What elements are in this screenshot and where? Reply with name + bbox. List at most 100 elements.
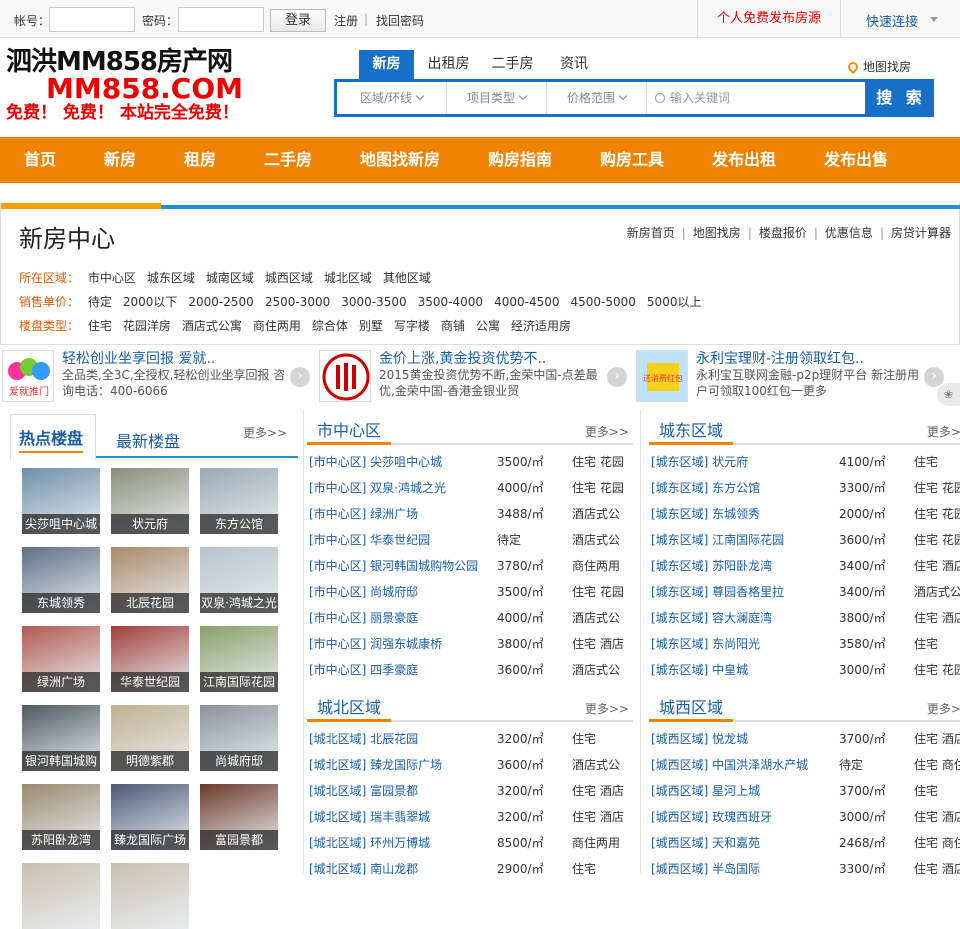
type-select[interactable]: 项目类型 <box>447 82 547 114</box>
property-thumb[interactable]: 东城领秀 <box>22 547 100 613</box>
map-find-link[interactable]: 地图找房 <box>845 58 911 75</box>
property-row[interactable]: [城东区域] 中皇城 3000/㎡ 住宅 花园 <box>649 657 960 683</box>
filter-value[interactable]: 商住两用 <box>253 317 301 334</box>
property-name[interactable]: [城东区域] 江南国际花园 <box>651 527 784 553</box>
filter-value[interactable]: 2000以下 <box>123 293 178 310</box>
filter-value[interactable]: 2000-2500 <box>188 295 253 309</box>
nav-new-house[interactable]: 新房 <box>104 137 136 183</box>
property-row[interactable]: [城北区域] 臻龙国际广场 3600/㎡ 酒店式公 <box>307 752 633 778</box>
property-name[interactable]: [城北区域] 瑞丰翡翠城 <box>309 804 430 830</box>
nav-second-hand[interactable]: 二手房 <box>264 137 312 183</box>
property-name[interactable]: [市中心区] 丽景豪庭 <box>309 605 418 631</box>
nav-post-sale[interactable]: 发布出售 <box>824 137 888 183</box>
more-link[interactable]: 更多>> <box>243 424 287 441</box>
more-link[interactable]: 更多>> <box>927 423 960 440</box>
property-name[interactable]: [城东区域] 尊园香格里拉 <box>651 579 784 605</box>
property-thumb[interactable]: 状元府 <box>111 468 189 534</box>
property-name[interactable]: [城东区域] 状元府 <box>651 449 748 475</box>
nav-guide[interactable]: 购房指南 <box>488 137 552 183</box>
property-row[interactable]: [城东区域] 状元府 4100/㎡ 住宅 <box>649 449 960 475</box>
search-input[interactable]: 输入关键词 <box>655 82 730 114</box>
ad-item[interactable]: 金价上涨,黄金投资优势不.. 2015黄金投资优势不断,金荣中国-点差最优,金荣… <box>319 347 631 405</box>
recover-password-link[interactable]: 找回密码 <box>376 12 424 29</box>
nav-tools[interactable]: 购房工具 <box>600 137 664 183</box>
property-row[interactable]: [市中心区] 华泰世纪园 待定 酒店式公 <box>307 527 633 553</box>
login-button[interactable]: 登录 <box>270 9 326 32</box>
tab-latest[interactable]: 最新楼盘 <box>116 428 180 452</box>
search-tab-second[interactable]: 二手房 <box>485 50 540 79</box>
chevron-right-icon[interactable]: › <box>607 367 627 387</box>
property-row[interactable]: [城东区域] 东方公馆 3300/㎡ 住宅 花园 <box>649 475 960 501</box>
property-row[interactable]: [城东区域] 苏阳卧龙湾 3400/㎡ 住宅 酒店 <box>649 553 960 579</box>
more-link[interactable]: 更多>> <box>927 700 960 717</box>
property-row[interactable]: [市中心区] 丽景豪庭 4000/㎡ 酒店式公 <box>307 605 633 631</box>
property-name[interactable]: [城西区域] 天和嘉苑 <box>651 830 760 856</box>
property-name[interactable]: [城东区域] 容大澜庭湾 <box>651 605 772 631</box>
property-row[interactable]: [城西区域] 悦龙城 3700/㎡ 住宅 酒店 <box>649 726 960 752</box>
property-row[interactable]: [城西区域] 半岛国际 3300/㎡ 住宅 酒店 <box>649 856 960 882</box>
filter-value[interactable]: 2500-3000 <box>265 295 330 309</box>
filter-value[interactable]: 4500-5000 <box>571 295 636 309</box>
property-thumb[interactable]: 明德紫郡 <box>111 705 189 771</box>
property-name[interactable]: [城北区域] 北辰花园 <box>309 726 418 752</box>
property-row[interactable]: [城东区域] 江南国际花园 3600/㎡ 住宅 花园 <box>649 527 960 553</box>
chevron-right-icon[interactable]: › <box>290 367 310 387</box>
property-row[interactable]: [城东区域] 东城领秀 2000/㎡ 住宅 花园 <box>649 501 960 527</box>
search-button[interactable]: 搜 索 <box>868 79 934 117</box>
property-name[interactable]: [城西区域] 半岛国际 <box>651 856 760 882</box>
property-row[interactable]: [城西区域] 中国洪泽湖水产城 待定 住宅 商住 <box>649 752 960 778</box>
register-link[interactable]: 注册 <box>334 12 358 29</box>
account-input[interactable] <box>49 7 135 32</box>
quick-link-menu[interactable]: 快速连接 <box>866 11 918 30</box>
property-row[interactable]: [城北区域] 环州万博城 8500/㎡ 商住两用 <box>307 830 633 856</box>
property-name[interactable]: [城西区域] 中国洪泽湖水产城 <box>651 752 808 778</box>
property-name[interactable]: [城东区域] 东方公馆 <box>651 475 760 501</box>
link-calculator[interactable]: 房贷计算器 <box>891 226 951 240</box>
link-map[interactable]: 地图找房 <box>693 226 741 240</box>
filter-value[interactable]: 花园洋房 <box>123 317 171 334</box>
property-name[interactable]: [市中心区] 绿洲广场 <box>309 501 418 527</box>
filter-value[interactable]: 公寓 <box>476 317 500 334</box>
property-row[interactable]: [市中心区] 尖莎咀中心城 3500/㎡ 住宅 花园 <box>307 449 633 475</box>
filter-value[interactable]: 酒店式公寓 <box>182 317 242 334</box>
link-price[interactable]: 楼盘报价 <box>759 226 807 240</box>
filter-value[interactable]: 待定 <box>88 293 112 310</box>
ad-item[interactable]: 送消费红包 永利宝理财-注册领取红包.. 永利宝互联网金融-p2p理财平台 新注… <box>636 347 948 405</box>
property-row[interactable]: [城西区域] 星河上城 3700/㎡ 住宅 <box>649 778 960 804</box>
panel-title[interactable]: 城北区域 <box>307 696 392 722</box>
property-name[interactable]: [城东区域] 东尚阳光 <box>651 631 760 657</box>
more-link[interactable]: 更多>> <box>585 423 629 440</box>
property-row[interactable]: [市中心区] 双泉·鸿城之光 4000/㎡ 住宅 花园 <box>307 475 633 501</box>
property-name[interactable]: [市中心区] 华泰世纪园 <box>309 527 430 553</box>
property-thumb[interactable]: 华泰世纪园 <box>111 626 189 692</box>
panel-title[interactable]: 城东区域 <box>649 419 734 445</box>
panel-title[interactable]: 市中心区 <box>307 419 392 445</box>
free-post-link[interactable]: 个人免费发布房源 <box>697 0 841 38</box>
property-row[interactable]: [市中心区] 银河韩国城购物公园 3780/㎡ 商住两用 <box>307 553 633 579</box>
property-name[interactable]: [城东区域] 中皇城 <box>651 657 748 683</box>
property-row[interactable]: [市中心区] 尚城府邸 3500/㎡ 住宅 花园 <box>307 579 633 605</box>
filter-value[interactable]: 其他区域 <box>383 269 431 286</box>
property-name[interactable]: [市中心区] 银河韩国城购物公园 <box>309 553 478 579</box>
filter-value[interactable]: 综合体 <box>312 317 348 334</box>
property-name[interactable]: [市中心区] 尖莎咀中心城 <box>309 449 442 475</box>
filter-value[interactable]: 别墅 <box>359 317 383 334</box>
nav-post-rent[interactable]: 发布出租 <box>712 137 776 183</box>
filter-value[interactable]: 经济适用房 <box>511 317 571 334</box>
ad-item[interactable]: 爱就推门 轻松创业坐享回报 爱就.. 全品类,全3C,全授权,轻松创业坐享回报 … <box>2 347 314 405</box>
property-thumb[interactable]: 银河韩国城购 <box>22 705 100 771</box>
site-logo[interactable]: 泗洪MM858房产网 MM858.COM 免费！ 免费！ 本站完全免费！ <box>6 48 306 124</box>
paw-icon[interactable]: ❀ <box>937 383 960 406</box>
filter-value[interactable]: 3000-3500 <box>341 295 406 309</box>
more-link[interactable]: 更多>> <box>585 700 629 717</box>
property-name[interactable]: [城北区域] 富园景都 <box>309 778 418 804</box>
property-row[interactable]: [城北区域] 南山龙郡 2900/㎡ 住宅 <box>307 856 633 882</box>
property-thumb[interactable]: 绿洲广场 <box>22 626 100 692</box>
property-thumb[interactable]: 尚城府邸 <box>200 705 278 771</box>
filter-value[interactable]: 城南区域 <box>206 269 254 286</box>
filter-value[interactable]: 4000-4500 <box>494 295 559 309</box>
nav-home[interactable]: 首页 <box>24 137 56 183</box>
property-name[interactable]: [市中心区] 四季豪庭 <box>309 657 418 683</box>
price-select[interactable]: 价格范围 <box>547 82 647 114</box>
property-name[interactable]: [城东区域] 东城领秀 <box>651 501 760 527</box>
